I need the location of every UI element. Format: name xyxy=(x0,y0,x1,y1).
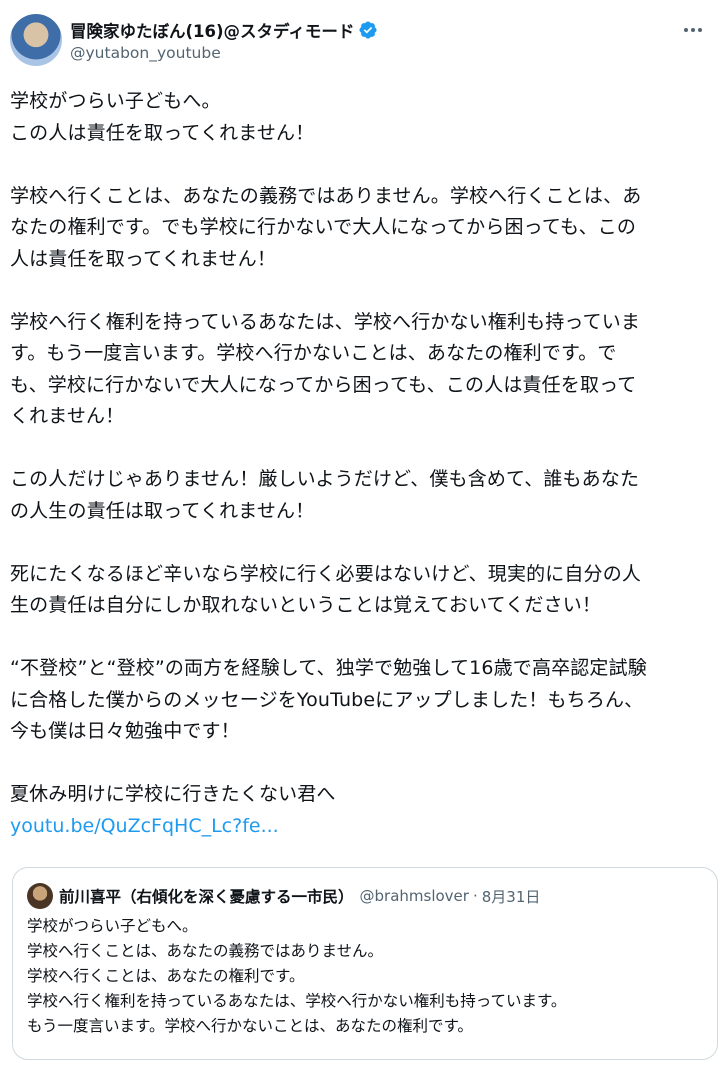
quoted-author-handle: @brahmslover xyxy=(359,887,469,905)
quoted-tweet[interactable]: 前川喜平（右傾化を深く憂慮する一市民） @brahmslover · 8月31日… xyxy=(12,867,718,1060)
youtube-link[interactable]: youtu.be/QuZcFqHC_Lc?fe... xyxy=(10,811,720,843)
tweet-paragraph: 夏休み明けに学校に行きたくない君へ xyxy=(10,783,336,805)
quoted-tweet-date: 8月31日 xyxy=(481,887,541,906)
author-avatar[interactable] xyxy=(10,14,62,66)
meta-separator: · xyxy=(472,887,478,905)
tweet-paragraph: 学校へ行くことは、あなたの義務ではありません。学校へ行くことは、あ なたの権利で… xyxy=(10,184,642,270)
verified-badge-icon[interactable] xyxy=(358,20,378,40)
author-names: 冒険家ゆたぼん(16)@スタディモード @yutabon_youtube xyxy=(70,14,378,66)
tweet-body: 学校がつらい子どもへ。 この人は責任を取ってくれません！ 学校へ行くことは、あな… xyxy=(10,86,720,842)
quoted-tweet-text: 学校がつらい子どもへ。 学校へ行くことは、あなたの義務ではありません。 学校へ行… xyxy=(27,917,567,1035)
tweet-paragraph: 死にたくなるほど辛いなら学校に行く必要はないけど、現実的に自分の人 生の責任は自… xyxy=(10,562,642,617)
quoted-author-avatar xyxy=(27,883,53,909)
tweet-paragraph: この人だけじゃありません！厳しいようだけど、僕も含めて、誰もあなた の人生の責任… xyxy=(10,468,640,522)
author-name-row: 冒険家ゆたぼん(16)@スタディモード xyxy=(70,18,378,42)
author-handle[interactable]: @yutabon_youtube xyxy=(70,44,378,62)
tweet-paragraph: 学校へ行く権利を持っているあなたは、学校へ行かない権利も持っていま す。もう一度… xyxy=(10,310,641,428)
author-display-name[interactable]: 冒険家ゆたぼん(16)@スタディモード xyxy=(70,18,354,42)
quoted-author-display-name: 前川喜平（右傾化を深く憂慮する一市民） xyxy=(59,888,354,906)
tweet: 冒険家ゆたぼん(16)@スタディモード @yutabon_youtube 学校が… xyxy=(0,0,725,1070)
more-options-icon[interactable] xyxy=(681,18,705,42)
tweet-paragraph: 学校がつらい子どもへ。 この人は責任を取ってくれません！ xyxy=(10,90,315,144)
tweet-header: 冒険家ゆたぼん(16)@スタディモード @yutabon_youtube xyxy=(10,14,713,66)
tweet-paragraph: “不登校”と“登校”の両方を経験して、独学で勉強して16歳で高卒認定試験 に合格… xyxy=(10,657,647,742)
quoted-tweet-header: 前川喜平（右傾化を深く憂慮する一市民） @brahmslover · 8月31日 xyxy=(27,882,703,910)
